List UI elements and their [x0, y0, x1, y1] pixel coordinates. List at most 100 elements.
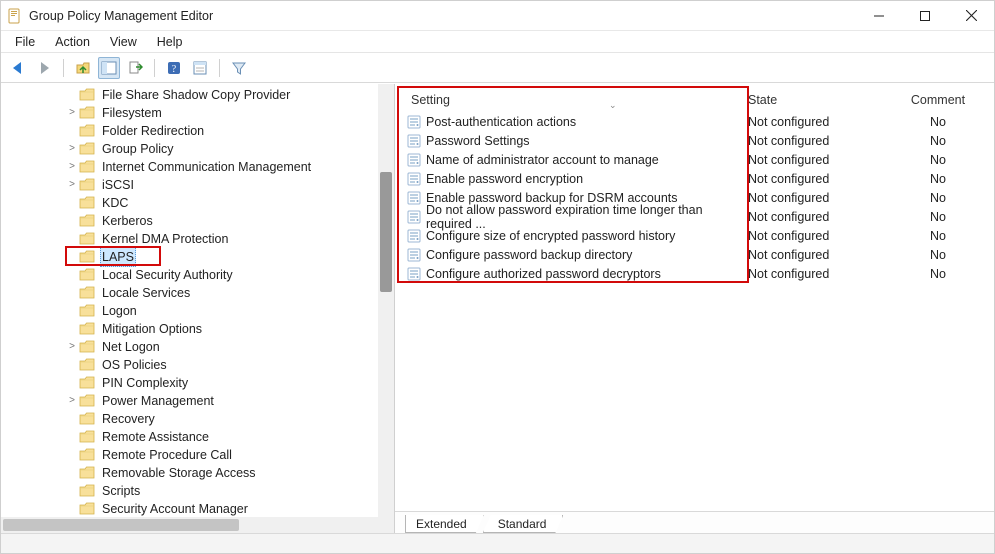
tree-pane: File Share Shadow Copy Provider>Filesyst…: [1, 84, 395, 533]
expander-icon[interactable]: >: [65, 338, 79, 356]
properties-button[interactable]: [189, 57, 211, 79]
cell-setting: Password Settings: [399, 134, 748, 148]
setting-name: Configure authorized password decryptors: [426, 267, 661, 281]
settings-row[interactable]: Name of administrator account to manage N…: [399, 150, 988, 169]
settings-row[interactable]: Password SettingsNot configuredNo: [399, 131, 988, 150]
scrollbar-thumb[interactable]: [3, 519, 239, 531]
view-tabs: Extended Standard: [395, 511, 994, 533]
tree-node[interactable]: >Group Policy: [1, 140, 394, 158]
setting-name: Name of administrator account to manage: [426, 153, 659, 167]
tree-node[interactable]: KDC: [1, 194, 394, 212]
menu-file[interactable]: File: [5, 33, 45, 51]
tree-node[interactable]: Kerberos: [1, 212, 394, 230]
folder-icon: [79, 250, 95, 264]
expander-icon[interactable]: >: [65, 158, 79, 176]
tree-node[interactable]: Kernel DMA Protection: [1, 230, 394, 248]
expander-icon[interactable]: >: [65, 392, 79, 410]
tree-node[interactable]: >Net Logon: [1, 338, 394, 356]
list-header[interactable]: Setting ⌄ State Comment: [399, 88, 988, 112]
folder-icon: [79, 412, 95, 426]
settings-row[interactable]: Configure size of encrypted password his…: [399, 226, 988, 245]
tree-node-label: Remote Assistance: [100, 428, 211, 446]
cell-state: Not configured: [748, 210, 888, 224]
cell-setting: Enable password encryption: [399, 172, 748, 186]
cell-comment: No: [888, 191, 988, 205]
minimize-button[interactable]: [856, 1, 902, 30]
menu-help[interactable]: Help: [147, 33, 193, 51]
up-button[interactable]: [72, 57, 94, 79]
tree-node[interactable]: > iSCSI: [1, 176, 394, 194]
cell-state: Not configured: [748, 134, 888, 148]
tree-node[interactable]: File Share Shadow Copy Provider: [1, 86, 394, 104]
cell-comment: No: [888, 210, 988, 224]
settings-list: Setting ⌄ State Comment Post-authenticat…: [395, 84, 994, 511]
folder-icon: [79, 466, 95, 480]
forward-button[interactable]: [33, 57, 55, 79]
menu-view[interactable]: View: [100, 33, 147, 51]
cell-comment: No: [888, 172, 988, 186]
tree-node[interactable]: Remote Assistance: [1, 428, 394, 446]
tab-standard[interactable]: Standard: [483, 515, 564, 533]
menu-action[interactable]: Action: [45, 33, 100, 51]
settings-row[interactable]: Post-authentication actions Not configure…: [399, 112, 988, 131]
scrollbar-thumb[interactable]: [380, 172, 392, 292]
show-hide-tree-button[interactable]: [98, 57, 120, 79]
tree-node[interactable]: OS Policies: [1, 356, 394, 374]
cell-setting: Name of administrator account to manage: [399, 153, 748, 167]
expander-icon[interactable]: >: [65, 176, 79, 194]
window-root: Group Policy Management Editor File Acti…: [0, 0, 995, 554]
list-body: Post-authentication actions Not configure…: [399, 112, 988, 283]
tree-node[interactable]: Remote Procedure Call: [1, 446, 394, 464]
tree-node[interactable]: Scripts: [1, 482, 394, 500]
tree-node[interactable]: Folder Redirection: [1, 122, 394, 140]
export-button[interactable]: [124, 57, 146, 79]
tree-node-label: Recovery: [100, 410, 157, 428]
tree-node[interactable]: Locale Services: [1, 284, 394, 302]
policy-icon: [407, 210, 421, 224]
toolbar-separator: [219, 59, 220, 77]
cell-state: Not configured: [748, 191, 888, 205]
cell-state: Not configured: [748, 115, 888, 129]
tree-node[interactable]: LAPS: [1, 248, 394, 266]
col-header-comment[interactable]: Comment: [888, 93, 988, 107]
tree-node[interactable]: >Power Management: [1, 392, 394, 410]
tree-node[interactable]: Local Security Authority: [1, 266, 394, 284]
tree-node-label: KDC: [100, 194, 130, 212]
setting-name: Post-authentication actions: [426, 115, 576, 129]
tree-node[interactable]: Logon: [1, 302, 394, 320]
tree-node-label: Removable Storage Access: [100, 464, 258, 482]
setting-name: Do not allow password expiration time lo…: [426, 203, 748, 231]
cell-comment: No: [888, 267, 988, 281]
col-header-state[interactable]: State: [748, 93, 888, 107]
close-button[interactable]: [948, 1, 994, 30]
tree-node-label: iSCSI: [100, 176, 136, 194]
tree-node[interactable]: PIN Complexity: [1, 374, 394, 392]
cell-comment: No: [888, 153, 988, 167]
settings-row[interactable]: Configure authorized password decryptors…: [399, 264, 988, 283]
tree-scroll[interactable]: File Share Shadow Copy Provider>Filesyst…: [1, 84, 394, 517]
cell-setting: Configure password backup directory: [399, 248, 748, 262]
expander-icon[interactable]: >: [65, 140, 79, 158]
tab-extended[interactable]: Extended: [405, 515, 484, 533]
settings-row[interactable]: Enable password encryptionNot configured…: [399, 169, 988, 188]
policy-icon: [407, 115, 421, 129]
back-button[interactable]: [7, 57, 29, 79]
tree-node[interactable]: Security Account Manager: [1, 500, 394, 517]
tree-node[interactable]: >Filesystem: [1, 104, 394, 122]
settings-row[interactable]: Do not allow password expiration time lo…: [399, 207, 988, 226]
tree-horizontal-scrollbar[interactable]: [1, 517, 394, 533]
policy-icon: [407, 153, 421, 167]
folder-icon: [79, 376, 95, 390]
settings-row[interactable]: Configure password backup directoryNot c…: [399, 245, 988, 264]
tree-vertical-scrollbar[interactable]: [378, 84, 394, 517]
filter-button[interactable]: [228, 57, 250, 79]
folder-icon: [79, 160, 95, 174]
tree-node[interactable]: Mitigation Options: [1, 320, 394, 338]
help-button[interactable]: ?: [163, 57, 185, 79]
col-header-setting[interactable]: Setting ⌄: [399, 93, 748, 107]
tree-node[interactable]: Recovery: [1, 410, 394, 428]
tree-node[interactable]: Removable Storage Access: [1, 464, 394, 482]
expander-icon[interactable]: >: [65, 104, 79, 122]
maximize-button[interactable]: [902, 1, 948, 30]
tree-node[interactable]: >Internet Communication Management: [1, 158, 394, 176]
